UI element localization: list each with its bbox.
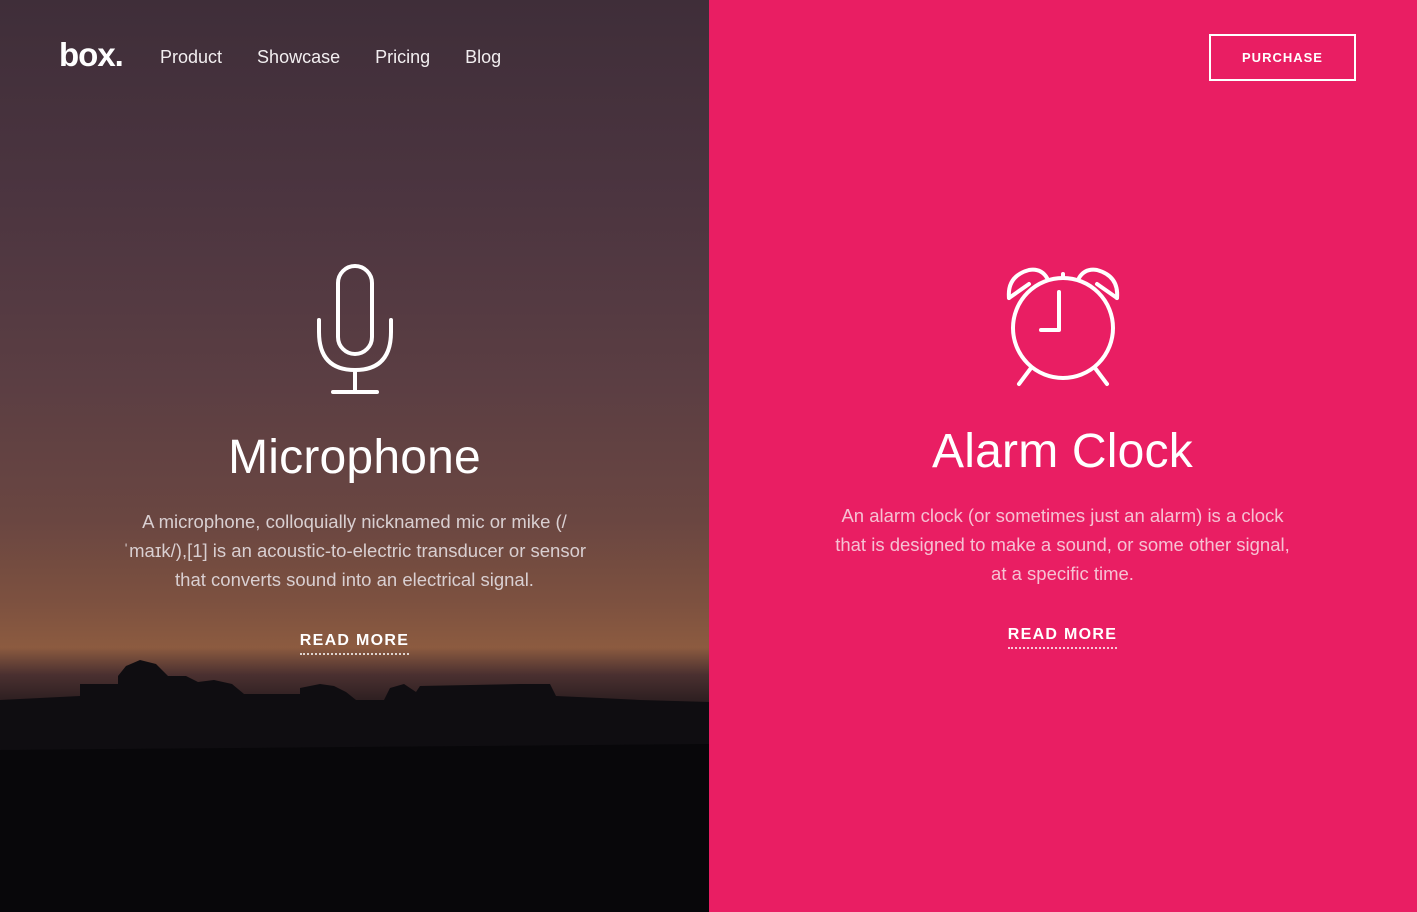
feature-description: A microphone, colloquially nicknamed mic… [122,511,587,590]
nav-pricing[interactable]: Pricing [375,47,430,68]
microphone-icon [316,264,393,394]
main-nav: Product Showcase Pricing Blog [160,47,501,68]
alarm-clock-icon [1006,267,1119,386]
read-more-link[interactable]: READ MORE [1007,626,1118,649]
feature-title: Alarm Clock [932,425,1193,478]
feature-microphone: Microphone A microphone, colloquially ni… [0,262,709,655]
nav-blog[interactable]: Blog [465,47,501,68]
nav-showcase[interactable]: Showcase [257,47,340,68]
read-more-link[interactable]: READ MORE [299,632,410,655]
skyline-silhouette [0,660,709,912]
feature-title: Microphone [228,431,481,484]
purchase-button[interactable]: PURCHASE [1209,34,1356,81]
feature-alarm-clock: Alarm Clock An alarm clock (or sometimes… [708,262,1417,649]
nav-product[interactable]: Product [160,47,222,68]
feature-description: An alarm clock (or sometimes just an ala… [835,505,1290,584]
brand-logo[interactable]: box. [59,36,124,74]
